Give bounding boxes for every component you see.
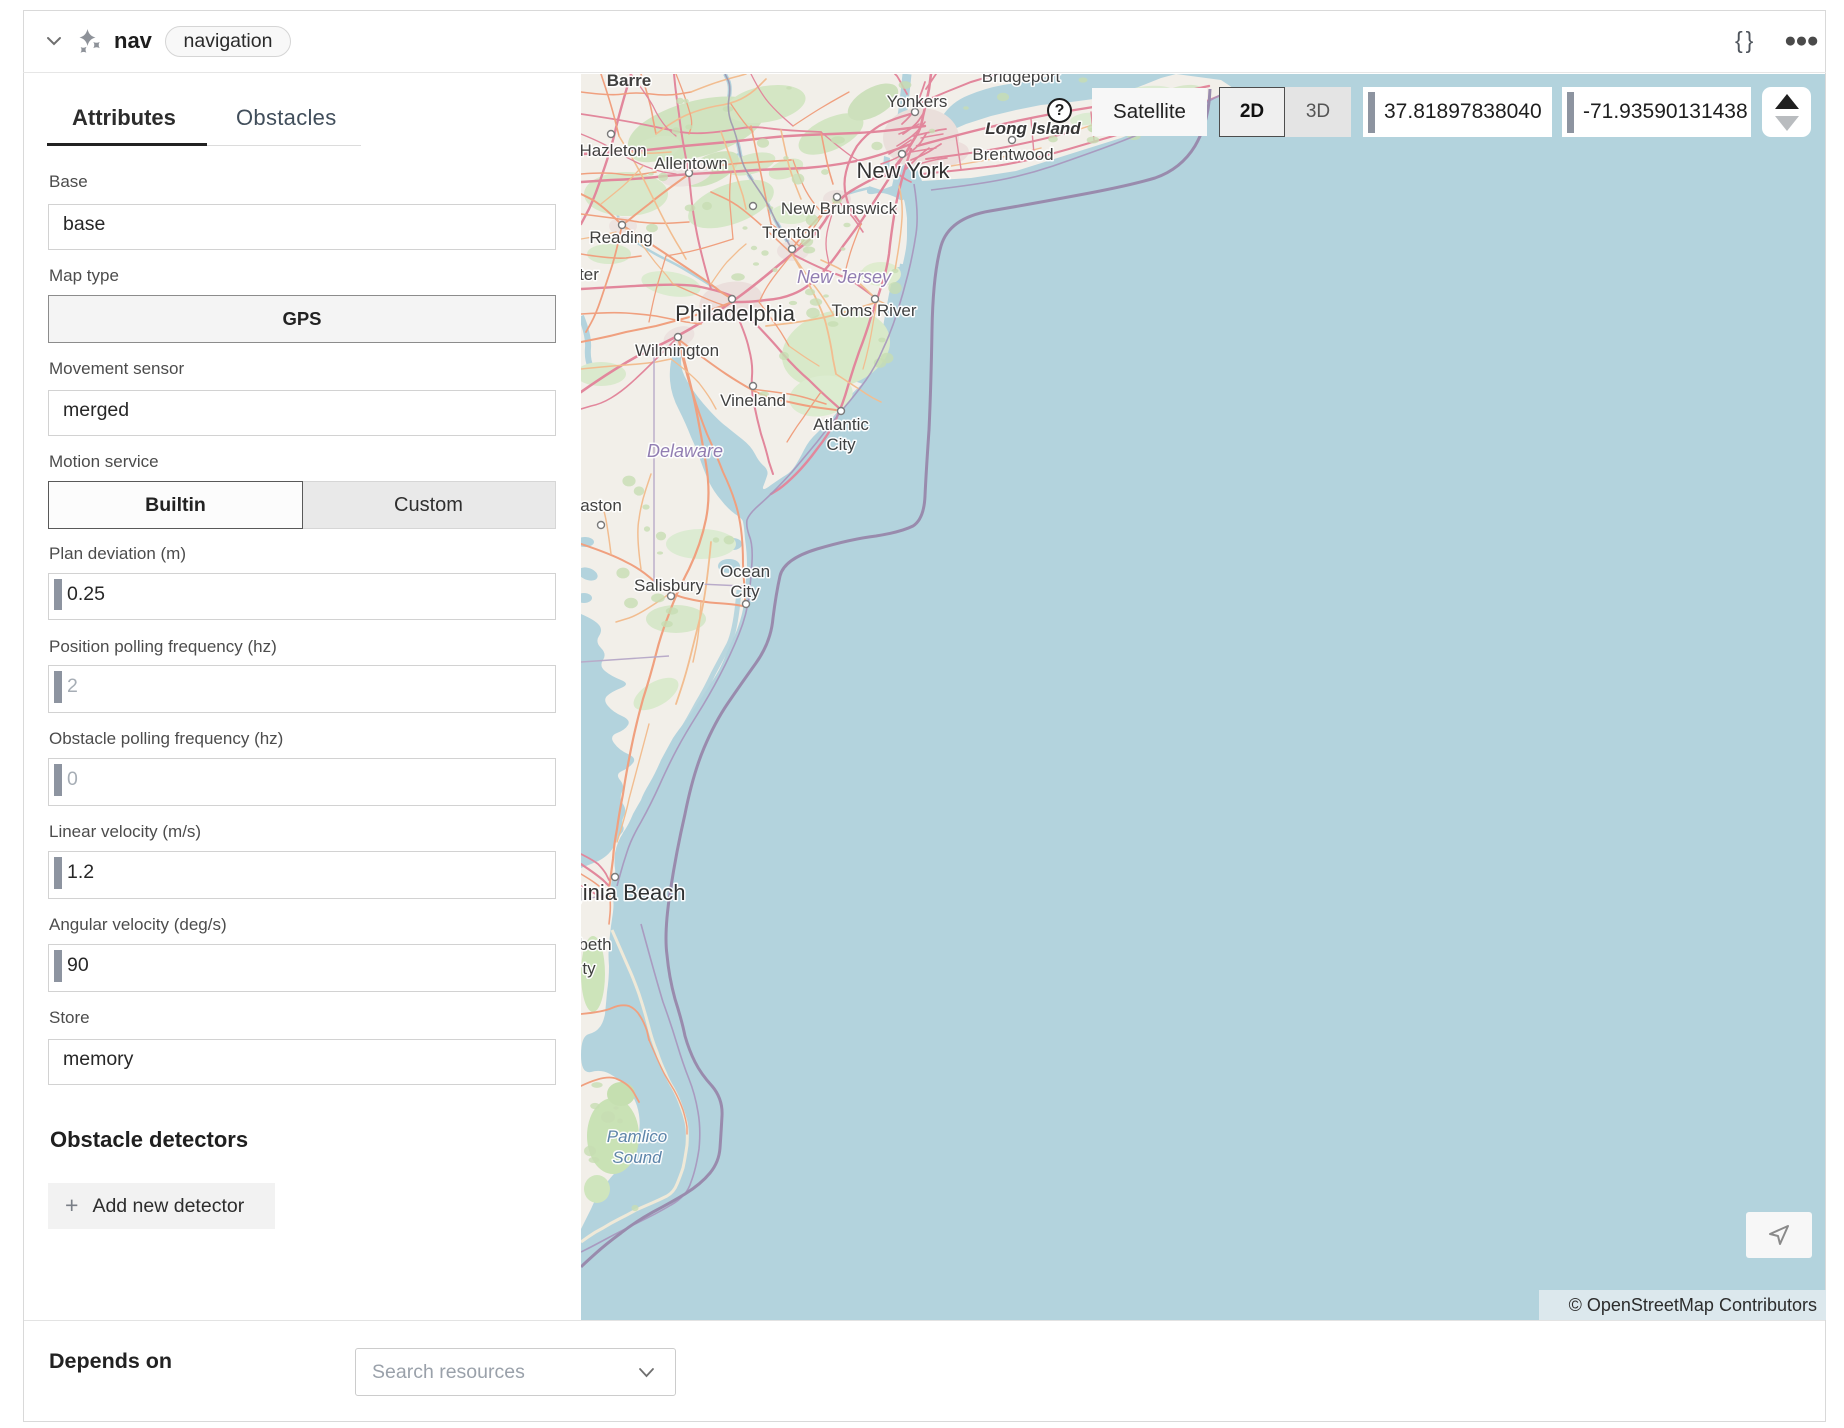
svg-text:aston: aston	[581, 496, 622, 515]
svg-text:New Jersey: New Jersey	[797, 267, 892, 287]
svg-text:Philadelphia: Philadelphia	[675, 301, 796, 326]
svg-text:Ocean: Ocean	[720, 562, 770, 581]
svg-text:Atlantic: Atlantic	[813, 415, 869, 434]
svg-text:Salisbury: Salisbury	[634, 576, 704, 595]
svg-text:Delaware: Delaware	[647, 441, 723, 461]
svg-text:ginia Beach: ginia Beach	[581, 880, 685, 905]
svg-text:Toms River: Toms River	[831, 301, 916, 320]
svg-text:ter: ter	[581, 265, 599, 284]
svg-text:Brentwood: Brentwood	[972, 145, 1053, 164]
svg-text:beth: beth	[581, 935, 612, 954]
svg-text:Sound: Sound	[612, 1148, 662, 1167]
svg-text:ty: ty	[582, 959, 596, 978]
svg-text:Wilmington: Wilmington	[635, 341, 719, 360]
svg-text:City: City	[826, 435, 856, 454]
svg-text:Barre: Barre	[607, 74, 651, 90]
svg-text:Allentown: Allentown	[654, 154, 728, 173]
svg-text:Trenton: Trenton	[762, 223, 820, 242]
svg-text:Reading: Reading	[589, 228, 652, 247]
svg-text:Vineland: Vineland	[720, 391, 786, 410]
svg-text:New Brunswick: New Brunswick	[781, 199, 898, 218]
svg-text:City: City	[730, 582, 760, 601]
svg-text:Hazleton: Hazleton	[581, 141, 647, 160]
svg-text:Bridgeport: Bridgeport	[982, 74, 1061, 86]
svg-text:Yonkers: Yonkers	[887, 92, 948, 111]
svg-text:Long Island: Long Island	[985, 119, 1081, 138]
svg-text:Pamlico: Pamlico	[607, 1127, 667, 1146]
svg-text:New York: New York	[857, 158, 951, 183]
